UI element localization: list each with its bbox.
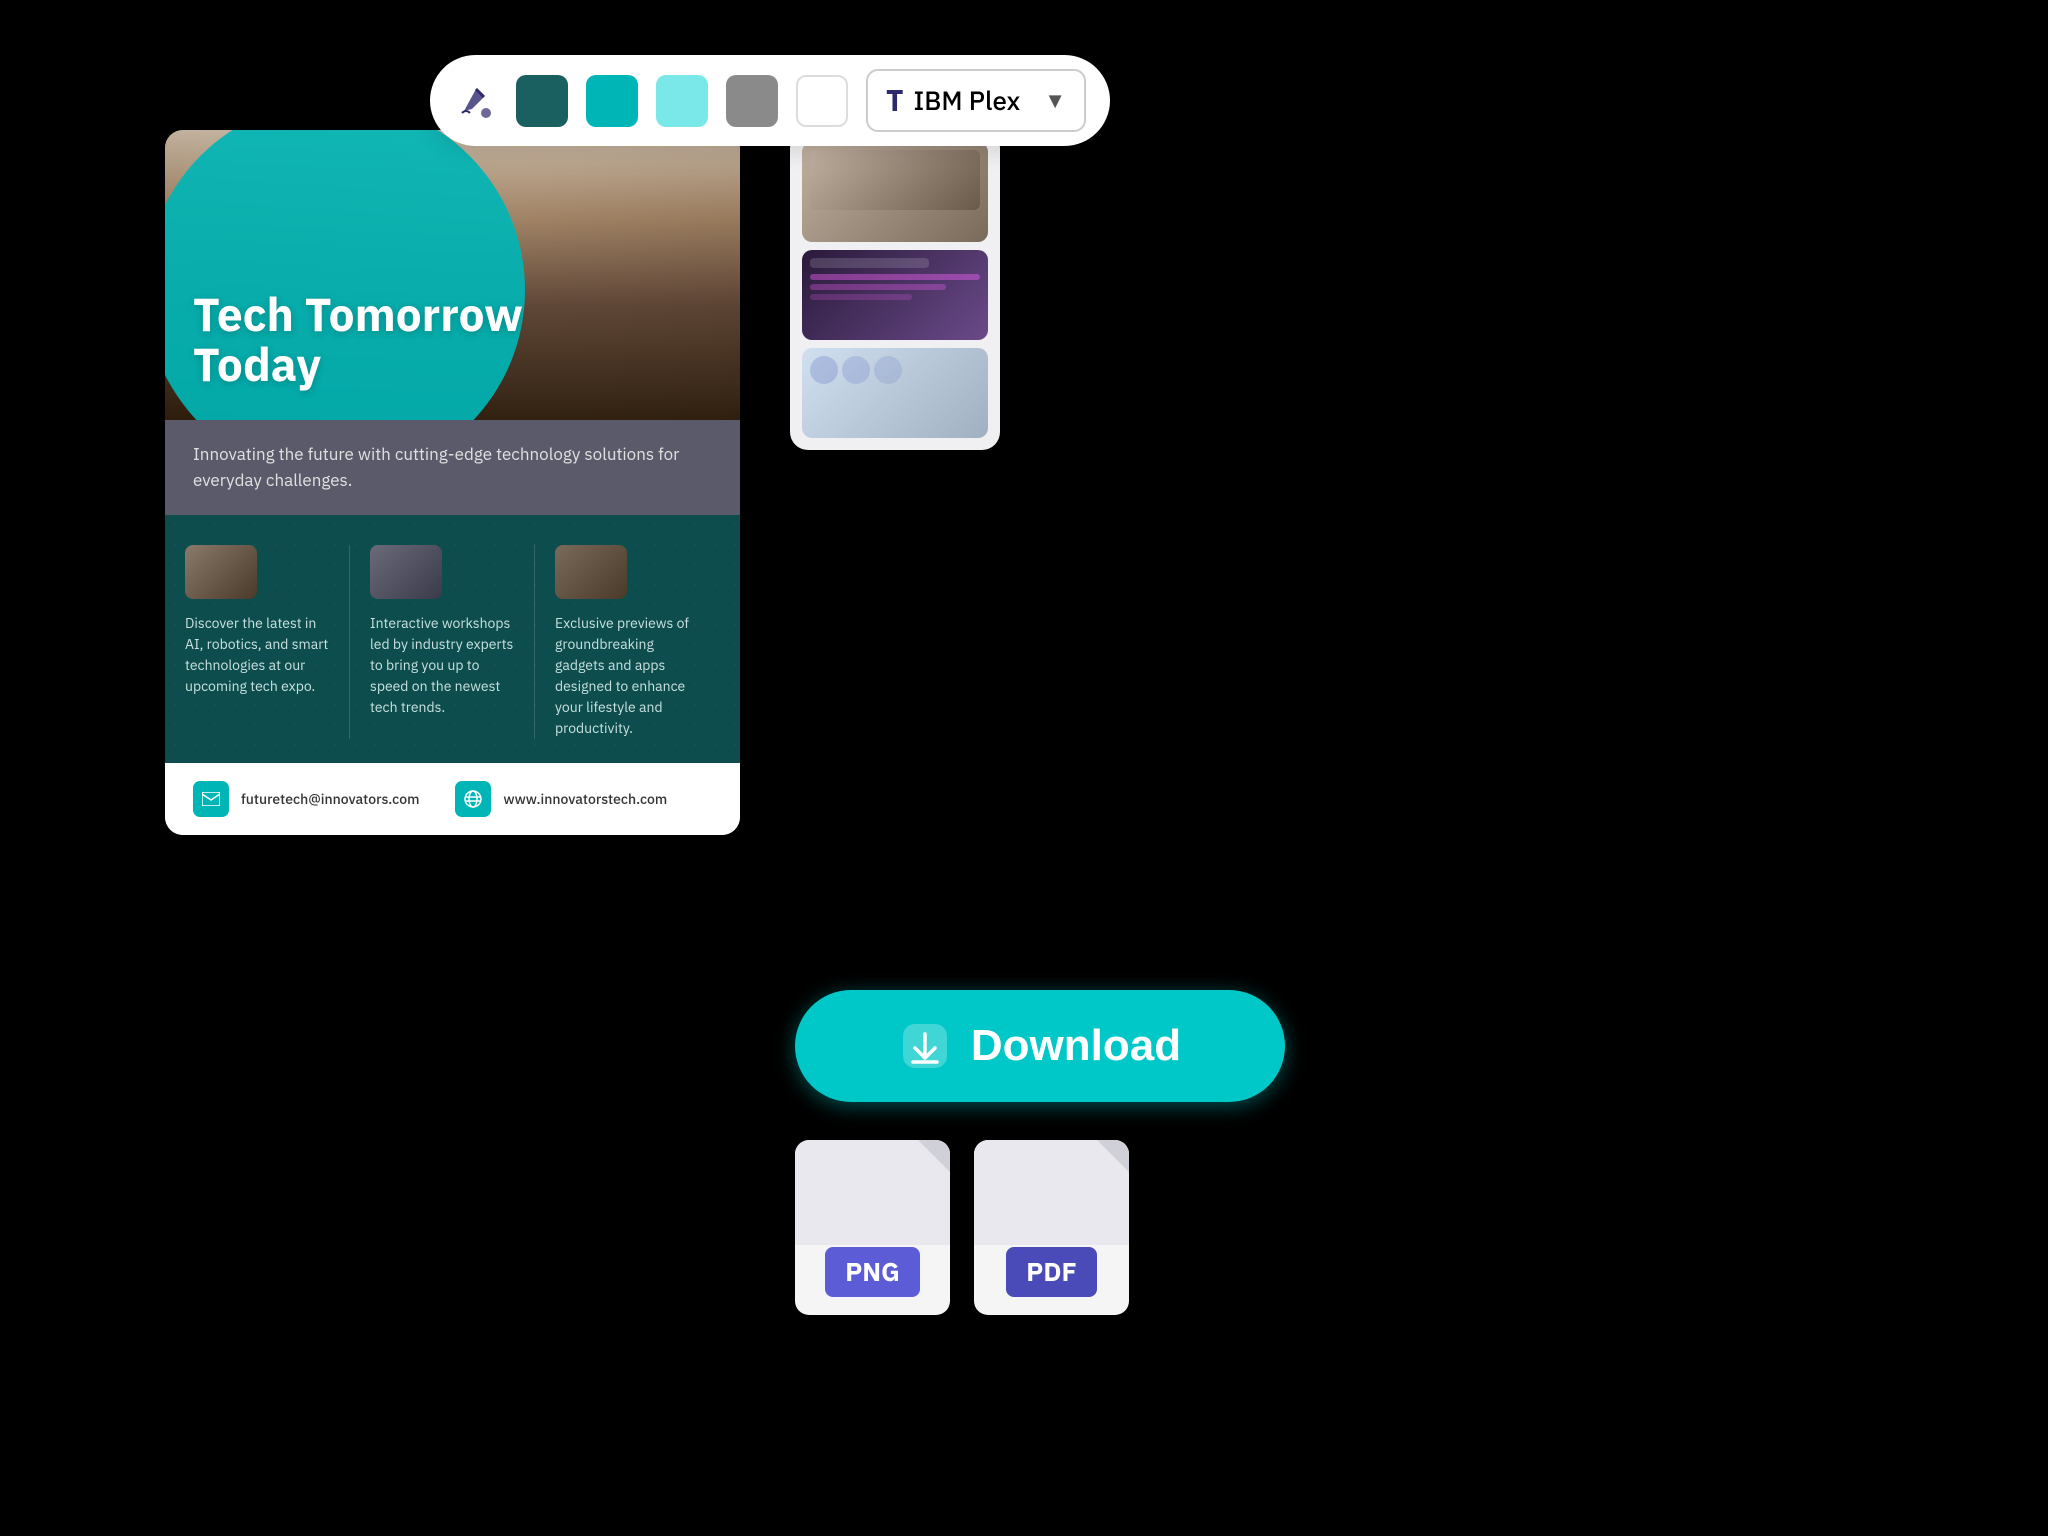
png-file-card[interactable]: PNG — [795, 1140, 950, 1315]
color-swatch-teal[interactable] — [586, 75, 638, 127]
preview-slide-1 — [802, 142, 988, 242]
feature-thumb-1 — [185, 545, 257, 599]
web-icon-box — [455, 781, 491, 817]
download-button[interactable]: Download — [795, 990, 1285, 1102]
poster-subtitle-bar: Innovating the future with cutting-edge … — [165, 420, 740, 515]
preview-panel — [790, 130, 1000, 450]
email-icon-box — [193, 781, 229, 817]
poster-title-area: Tech Tomorrow Today — [193, 289, 523, 390]
download-icon — [899, 1020, 951, 1072]
color-swatch-light-cyan[interactable] — [656, 75, 708, 127]
feature-text-2: Interactive workshops led by industry ex… — [370, 613, 516, 718]
png-card-corner — [918, 1140, 950, 1172]
poster-card: Tech Tomorrow Today Innovating the futur… — [165, 130, 740, 835]
contact-email: futuretech@innovators.com — [193, 781, 419, 817]
poster-hero: Tech Tomorrow Today — [165, 130, 740, 420]
contact-email-text: futuretech@innovators.com — [241, 790, 419, 808]
dropdown-chevron-icon: ▼ — [1044, 86, 1066, 115]
poster-footer: futuretech@innovators.com www.innovators… — [165, 763, 740, 835]
feature-thumb-3 — [555, 545, 627, 599]
feature-col-1: Discover the latest in AI, robotics, and… — [185, 545, 350, 739]
poster-features-section: Discover the latest in AI, robotics, and… — [165, 515, 740, 763]
poster-subtitle: Innovating the future with cutting-edge … — [193, 442, 712, 493]
preview-slide-3 — [802, 348, 988, 438]
contact-web-text: www.innovatorstech.com — [503, 790, 667, 808]
pdf-card-corner — [1097, 1140, 1129, 1172]
color-swatch-dark-teal[interactable] — [516, 75, 568, 127]
feature-text-1: Discover the latest in AI, robotics, and… — [185, 613, 331, 697]
contact-web: www.innovatorstech.com — [455, 781, 667, 817]
feature-col-2: Interactive workshops led by industry ex… — [370, 545, 535, 739]
paint-bucket-icon[interactable] — [454, 79, 498, 123]
font-dropdown[interactable]: T IBM Plex ▼ — [866, 69, 1086, 132]
preview-slide-2 — [802, 250, 988, 340]
feature-col-3: Exclusive previews of groundbreaking gad… — [555, 545, 720, 739]
download-button-label: Download — [971, 1021, 1181, 1071]
pdf-file-card[interactable]: PDF — [974, 1140, 1129, 1315]
png-badge: PNG — [825, 1247, 920, 1297]
feature-thumb-2 — [370, 545, 442, 599]
toolbar: T IBM Plex ▼ — [430, 55, 1110, 146]
file-formats: PNG PDF — [795, 1140, 1129, 1315]
feature-text-3: Exclusive previews of groundbreaking gad… — [555, 613, 702, 739]
color-swatch-gray[interactable] — [726, 75, 778, 127]
font-name-label: IBM Plex — [914, 84, 1021, 118]
color-swatch-white[interactable] — [796, 75, 848, 127]
poster-title: Tech Tomorrow Today — [193, 289, 523, 390]
font-t-icon: T — [886, 81, 904, 120]
pdf-badge: PDF — [1006, 1247, 1096, 1297]
features-grid: Discover the latest in AI, robotics, and… — [185, 545, 720, 739]
